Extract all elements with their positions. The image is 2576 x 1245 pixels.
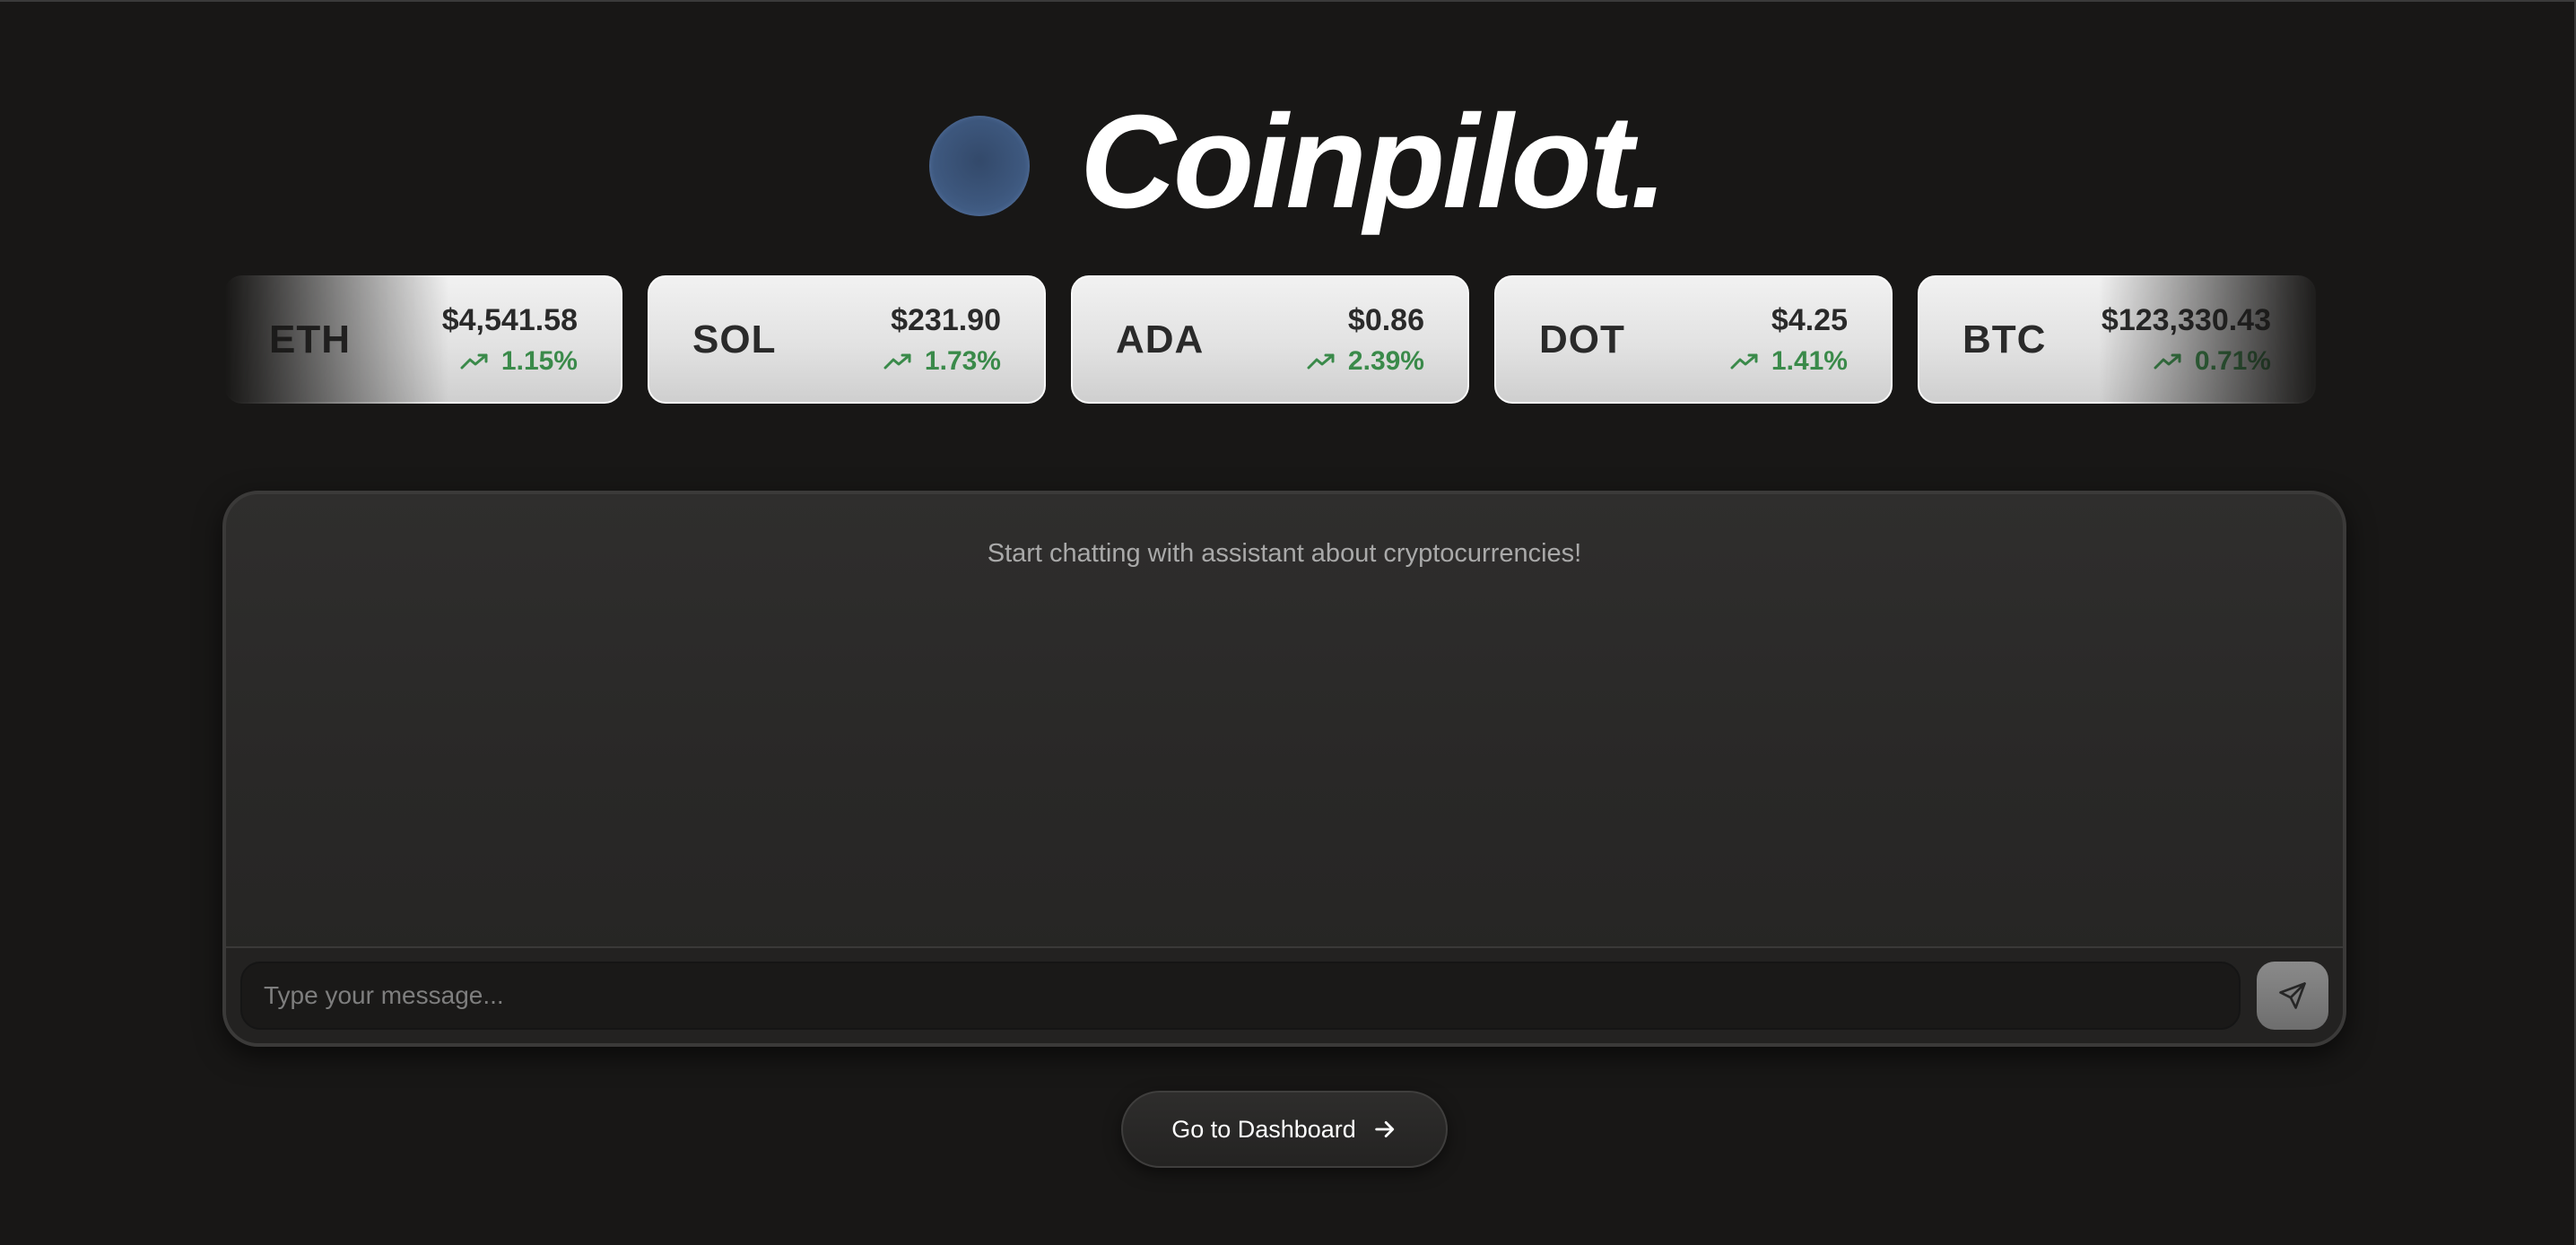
coin-quote: $4.25 1.41% <box>1730 305 1848 375</box>
chat-messages[interactable]: Start chatting with assistant about cryp… <box>226 494 2343 950</box>
coin-price: $0.86 <box>1347 302 1424 337</box>
coin-card-ada: ADA $0.86 2.39% <box>1071 275 1469 404</box>
brand-header: Coinpilot. <box>929 88 1667 236</box>
coin-quote: $4,541.58 1.15% <box>442 305 578 375</box>
coin-symbol: ADA <box>1116 317 1205 361</box>
message-input[interactable] <box>240 962 2241 1030</box>
coin-card-btc: BTC $123,330.43 0.71% <box>1918 275 2316 404</box>
dashboard-button-label: Go to Dashboard <box>1171 1115 1356 1143</box>
coin-price: $4,541.58 <box>441 302 578 337</box>
coin-symbol: ETH <box>269 317 351 361</box>
brand-name: Coinpilot. <box>1080 88 1667 236</box>
app-page: Coinpilot. ETH $4,541.58 1.15% SOL $231.… <box>0 0 2576 1245</box>
coin-change: 1.73% <box>883 345 1001 376</box>
coin-quote: $231.90 1.73% <box>883 305 1001 375</box>
trending-up-icon <box>1730 353 1758 369</box>
coin-symbol: DOT <box>1539 317 1625 361</box>
chat-panel: Start chatting with assistant about cryp… <box>222 491 2346 1047</box>
coin-card-sol: SOL $231.90 1.73% <box>648 275 1046 404</box>
arrow-right-icon <box>1375 1121 1394 1137</box>
coin-symbol: BTC <box>1962 317 2047 361</box>
coin-quote: $0.86 2.39% <box>1307 305 1424 375</box>
coin-price: $4.25 <box>1771 302 1848 337</box>
coin-card-dot: DOT $4.25 1.41% <box>1494 275 1893 404</box>
coin-card-eth: ETH $4,541.58 1.15% <box>224 275 622 404</box>
price-ticker: ETH $4,541.58 1.15% SOL $231.90 1.73% AD… <box>224 275 2323 405</box>
go-to-dashboard-button[interactable]: Go to Dashboard <box>1121 1091 1448 1168</box>
coin-price: $231.90 <box>891 302 1001 337</box>
logo-icon <box>929 116 1030 216</box>
trending-up-icon <box>460 353 488 369</box>
coin-change: 1.15% <box>460 345 578 376</box>
coin-change: 0.71% <box>2154 345 2271 376</box>
coin-change-value: 1.41% <box>1771 345 1848 376</box>
trending-up-icon <box>1307 353 1335 369</box>
coin-change-value: 2.39% <box>1347 345 1424 376</box>
coin-price: $123,330.43 <box>2101 302 2271 337</box>
send-icon <box>2279 982 2306 1009</box>
trending-up-icon <box>2154 353 2181 369</box>
coin-quote: $123,330.43 0.71% <box>2102 305 2271 375</box>
coin-change-value: 1.73% <box>924 345 1001 376</box>
coin-change: 2.39% <box>1307 345 1424 376</box>
trending-up-icon <box>883 353 911 369</box>
send-button[interactable] <box>2257 962 2328 1030</box>
coin-symbol: SOL <box>692 317 777 361</box>
ticker-track: ETH $4,541.58 1.15% SOL $231.90 1.73% AD… <box>224 275 2316 404</box>
coin-change: 1.41% <box>1730 345 1848 376</box>
chat-input-bar <box>226 946 2343 1043</box>
coin-change-value: 0.71% <box>2194 345 2271 376</box>
chat-empty-message: Start chatting with assistant about cryp… <box>987 539 1582 568</box>
coin-change-value: 1.15% <box>500 345 578 376</box>
